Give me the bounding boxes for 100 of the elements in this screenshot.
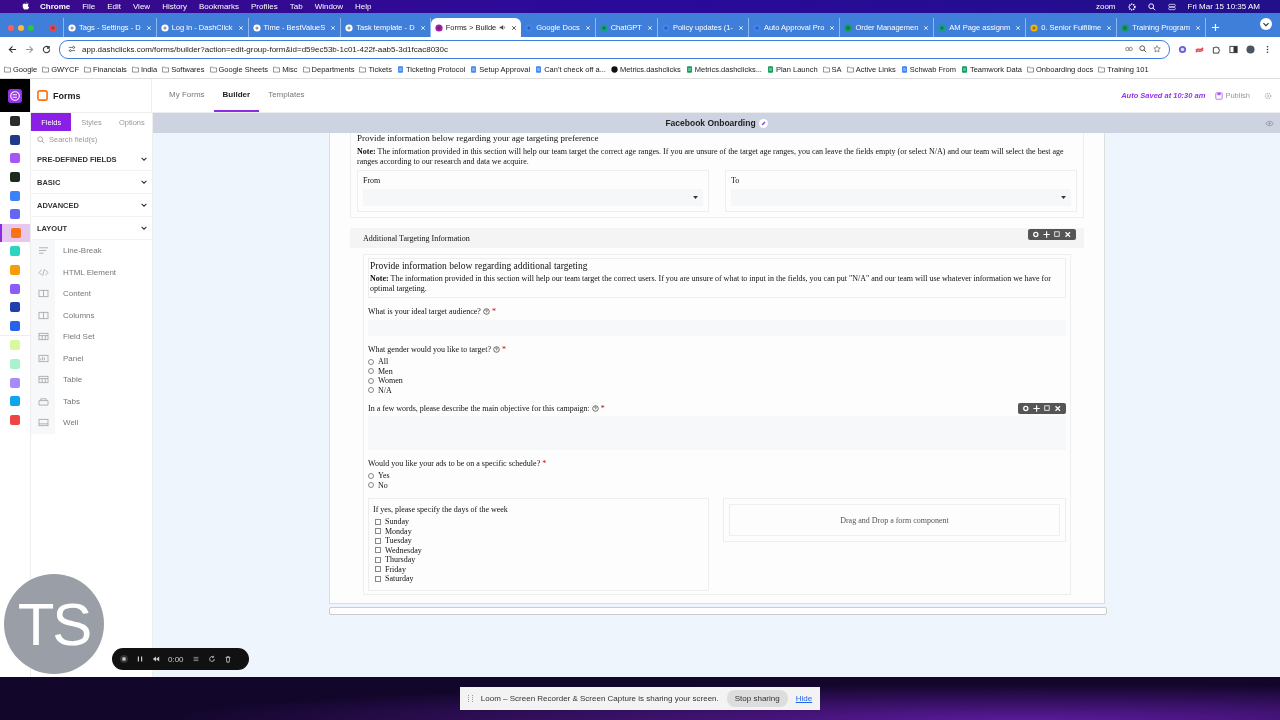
nav-tab[interactable]: Templates xyxy=(259,79,314,112)
option-label: Thursday xyxy=(385,555,416,565)
back-icon[interactable] xyxy=(8,44,17,54)
menu-item[interactable]: Window xyxy=(314,2,344,11)
field-label: What gender would you like to target? xyxy=(368,344,491,354)
checkbox[interactable] xyxy=(375,537,381,544)
drop-zone[interactable]: Drag and Drop a form component xyxy=(729,504,1060,536)
favicon-icon xyxy=(252,23,261,32)
select-field[interactable] xyxy=(731,189,1071,206)
edit-icon[interactable] xyxy=(758,118,768,128)
search-icon[interactable] xyxy=(1147,2,1156,11)
menu-item[interactable]: History xyxy=(162,2,187,11)
help-icon[interactable] xyxy=(492,345,500,353)
component-item[interactable]: Panel xyxy=(31,347,152,369)
document-icon xyxy=(396,66,404,73)
folder-icon xyxy=(131,66,139,73)
reload-icon[interactable] xyxy=(42,44,51,54)
restart-icon[interactable] xyxy=(207,655,216,663)
help-icon[interactable] xyxy=(591,404,599,412)
save-icon xyxy=(1215,91,1224,100)
trash-icon[interactable] xyxy=(223,655,232,663)
speaker-icon[interactable] xyxy=(499,24,507,31)
field-label: From xyxy=(363,176,381,185)
document-icon xyxy=(470,66,478,73)
component-icon xyxy=(37,396,49,406)
apple-icon[interactable] xyxy=(22,2,30,11)
menu-item[interactable]: Profiles xyxy=(251,2,278,11)
component-item[interactable]: HTML Element xyxy=(31,261,152,283)
checkbox[interactable] xyxy=(375,528,381,535)
folder-icon xyxy=(302,66,310,73)
menu-item[interactable]: Help xyxy=(355,2,372,11)
rewind-icon[interactable] xyxy=(152,655,160,663)
forward-icon[interactable] xyxy=(25,44,34,54)
chevron-icon xyxy=(140,201,148,209)
component-item[interactable]: Tabs xyxy=(31,390,152,412)
profile-avatar-icon[interactable] xyxy=(1246,44,1255,54)
nav-tab[interactable]: My Forms xyxy=(160,79,214,112)
checkbox[interactable] xyxy=(375,556,381,563)
checkbox[interactable] xyxy=(375,575,381,582)
app-switcher-item[interactable] xyxy=(0,223,30,243)
chevron-icon xyxy=(140,224,148,232)
component-icon xyxy=(37,289,49,299)
menu-item[interactable]: Tab xyxy=(289,2,303,11)
checkbox[interactable] xyxy=(375,547,381,554)
zoom-status[interactable]: zoom xyxy=(1095,2,1116,11)
extension-icon[interactable] xyxy=(1178,44,1187,54)
required-mark: * xyxy=(491,306,496,316)
component-item[interactable]: Well xyxy=(31,412,152,434)
puzzle-icon[interactable] xyxy=(1212,44,1221,54)
stop-icon[interactable] xyxy=(120,655,128,663)
help-icon[interactable] xyxy=(482,307,490,315)
zoom-icon[interactable] xyxy=(1139,45,1147,53)
component-item[interactable]: Table xyxy=(31,369,152,391)
extension-icon[interactable] xyxy=(1195,44,1204,54)
option-label: N/A xyxy=(378,385,392,395)
password-key-icon[interactable] xyxy=(1125,45,1133,53)
grid-icon[interactable] xyxy=(191,655,200,663)
favicon-icon xyxy=(160,23,169,32)
menu-item[interactable]: Bookmarks xyxy=(199,2,240,11)
app-logo-icon[interactable] xyxy=(0,79,30,112)
hide-link[interactable]: Hide xyxy=(795,694,813,703)
panel-header[interactable]: Additional Targeting Information xyxy=(350,228,1084,248)
preview-icon[interactable] xyxy=(1265,119,1274,127)
favicon-icon xyxy=(599,23,608,32)
star-icon[interactable] xyxy=(1153,45,1161,53)
option-label: Men xyxy=(378,366,393,376)
menu-item[interactable]: File xyxy=(82,2,96,11)
select-field[interactable] xyxy=(363,189,703,206)
tab-search-icon[interactable] xyxy=(1260,17,1272,30)
stop-sharing-button[interactable]: Stop sharing xyxy=(726,690,788,707)
section-heading: Provide information below regarding your age targeting preference xyxy=(357,133,600,144)
folder-icon xyxy=(846,66,854,73)
drag-handle-icon[interactable] xyxy=(467,695,473,702)
folder-icon xyxy=(84,66,92,73)
component-toolbar[interactable] xyxy=(1028,229,1076,240)
recording-time: 0:00 xyxy=(168,654,184,664)
component-toolbar[interactable] xyxy=(1018,402,1066,414)
component-item[interactable]: Field Set xyxy=(31,326,152,348)
forms-logo-icon xyxy=(37,90,48,101)
close-icon[interactable] xyxy=(511,24,518,31)
app-menu[interactable]: Chrome xyxy=(40,2,71,11)
checkbox[interactable] xyxy=(375,566,381,573)
component-icon xyxy=(37,246,49,256)
app-name: Forms xyxy=(53,90,81,101)
component-item[interactable]: Columns xyxy=(31,304,152,326)
favicon-icon xyxy=(345,23,354,32)
checkbox[interactable] xyxy=(375,518,381,525)
control-center-icon[interactable] xyxy=(1167,2,1176,11)
pause-icon[interactable] xyxy=(136,655,144,663)
address-bar[interactable]: app.dashclicks.com/forms/builder?action=edit-group-form&id=d59ec53b-1c01-422f-aab5-3d1fcac8030c xyxy=(82,44,448,54)
favicon-icon xyxy=(48,23,57,32)
recording-controls[interactable]: 0:00 xyxy=(112,648,249,670)
option-label: Yes xyxy=(378,471,390,481)
site-settings-icon[interactable] xyxy=(68,45,76,53)
component-item[interactable]: Line-Break xyxy=(31,240,152,262)
component-item[interactable]: Content xyxy=(31,283,152,305)
menu-item[interactable]: View xyxy=(132,2,151,11)
menubar-clock[interactable]: Fri Mar 15 10:35 AM xyxy=(1187,2,1260,11)
menu-item[interactable]: Edit xyxy=(107,2,121,11)
sidebar-icon[interactable] xyxy=(1229,44,1238,54)
